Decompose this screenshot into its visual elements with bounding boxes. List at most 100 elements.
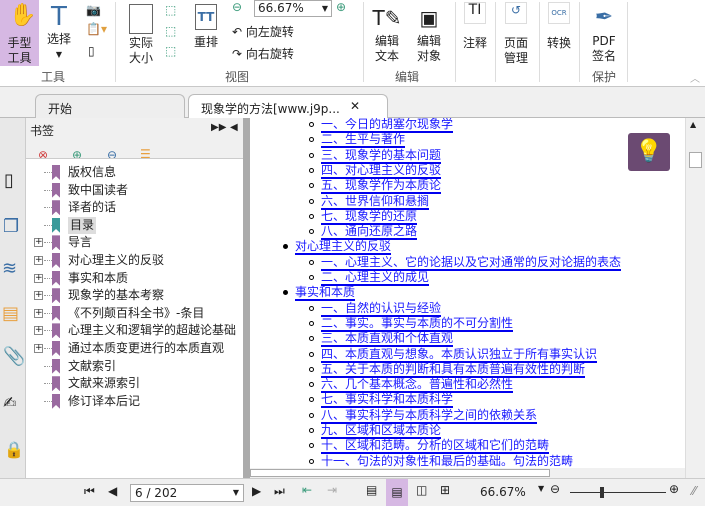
zoom-slider-thumb[interactable] [600,487,604,498]
tip-button[interactable]: 💡 [628,133,670,171]
pdf-sign-button[interactable]: ✒ PDF 签名 [585,2,623,64]
toc-link[interactable]: 十一、句法的对象性和最后的基础。句法的范畴 [321,453,574,468]
lock-icon[interactable]: 🔒 [4,440,24,459]
bookmark-icon [52,217,60,233]
toc-link[interactable]: 三、本质直观和个体直观 [321,331,454,348]
toc-link[interactable]: 七、事实科学和本质科学 [321,392,454,409]
horizontal-scrollbar[interactable] [250,468,685,478]
pages-icon[interactable]: ❐ [3,216,19,237]
zoom-level[interactable]: 66.67% [480,485,526,499]
toc-link[interactable]: 对心理主义的反驳 [295,239,392,256]
toc-link[interactable]: 一、今日的胡塞尔现象学 [321,118,454,133]
toc-link[interactable]: 八、通向还原之路 [321,224,418,241]
collapse-ribbon-icon[interactable]: ︿ [690,70,700,85]
bookmark-icon [52,305,60,321]
toc-link[interactable]: 四、本质直观与想象。本质认识独立于所有事实认识 [321,346,598,363]
tab-start[interactable]: 开始 [35,94,185,118]
toc-link[interactable]: 八、事实科学与本质科学之间的依赖关系 [321,407,538,424]
continuous-facing-icon[interactable]: ⊞ [440,483,450,497]
expand-icon[interactable]: + [34,291,43,301]
scroll-thumb[interactable] [689,152,702,168]
vertical-scrollbar[interactable]: ▲ [685,118,705,478]
first-page-icon[interactable]: ⏮ [84,484,95,499]
actual-size-button[interactable]: 实际 大小 [124,2,158,66]
page-manage-button[interactable]: ↺ 页面 管理 [497,2,535,66]
toc-link[interactable]: 一、自然的认识与经验 [321,300,442,317]
signature-icon[interactable]: ✍ [3,393,16,412]
toc-link[interactable]: 六、世界信仰和悬搁 [321,193,430,210]
edit-text-button[interactable]: T✎ 编辑 文本 [370,2,404,64]
toc-link[interactable]: 六、几个基本概念。普遍性和必然性 [321,377,514,394]
zoom-select[interactable]: 66.67% ▼ [254,0,332,17]
group-label-view: 视图 [225,70,250,84]
prev-page-icon[interactable]: ◀ [108,484,117,498]
edit-object-button[interactable]: ▣ 编辑 对象 [412,2,446,64]
zoom-dropdown-icon[interactable]: ▼ [538,484,544,493]
toc-link[interactable]: 二、生平与著作 [321,132,406,149]
page-icon[interactable]: ▯ [88,44,95,58]
facing-page-icon[interactable]: ◫ [416,483,427,497]
zoom-slider[interactable] [570,492,666,493]
scroll-up-icon[interactable]: ▲ [690,120,696,129]
toc-link[interactable]: 三、现象学的基本问题 [321,147,442,164]
convert-button[interactable]: OCR 转换 [542,2,576,51]
comments-icon[interactable]: ▤ [2,303,19,324]
bookmark-icon [52,376,60,392]
expand-icon[interactable]: + [34,238,43,248]
toc-link[interactable]: 七、现象学的还原 [321,208,418,225]
toc-link[interactable]: 十、区域和范畴。分析的区域和它们的范畴 [321,438,550,455]
collapse-panel-icon[interactable]: ◀ [230,122,238,133]
clipboard-icon[interactable]: 📋▾ [86,22,107,36]
zoom-in-icon[interactable]: ⊕ [669,482,679,496]
select-button[interactable]: T 选择 ▼ [44,2,74,62]
snapshot-icon[interactable]: 📷 [86,3,101,17]
bullet-icon [283,290,288,296]
expand-icon[interactable]: + [34,256,43,265]
bookmark-label: 修订译本后记 [68,393,141,408]
reflow-button[interactable]: TT 重排 [192,4,220,50]
rotate-left-button[interactable]: ↶ 向左旋转 [232,23,294,40]
toc-link[interactable]: 二、事实。事实与本质的不可分割性 [321,315,514,332]
toc-entry: 七、事实科学和本质科学 [309,392,454,409]
previous-view-icon[interactable]: ⇤ [302,483,312,497]
next-view-icon[interactable]: ⇥ [327,483,337,497]
toc-link[interactable]: 一、心理主义、它的论据以及它对通常的反对论据的表态 [321,254,622,271]
fit-width-icon[interactable]: ⬚ [165,24,176,38]
toc-link[interactable]: 二、心理主义的成见 [321,270,430,286]
zoom-out-icon[interactable]: ⊖ [232,0,242,14]
last-page-icon[interactable]: ⏭ [274,484,285,499]
attachment-icon[interactable]: 📎 [3,346,25,367]
rotate-right-button[interactable]: ↷ 向右旋转 [232,45,294,62]
fit-visible-icon[interactable]: ⬚ [165,44,176,58]
layers-icon[interactable]: ≋ [2,258,17,279]
hscroll-thumb[interactable] [250,469,550,477]
toc-link[interactable]: 九、区域和区域本质论 [321,423,442,439]
continuous-page-icon[interactable]: ▤ [386,479,408,506]
comment-button[interactable]: TI 注释 [460,2,490,51]
zoom-out-icon[interactable]: ⊖ [550,482,560,496]
toc-entry: 八、通向还原之路 [309,224,418,241]
tree-line [44,365,52,367]
next-page-icon[interactable]: ▶ [252,484,261,498]
expand-panel-icon[interactable]: ▶▶ [211,122,226,133]
expand-icon[interactable]: + [34,326,43,336]
expand-icon[interactable]: + [34,344,43,353]
fit-page-icon[interactable]: ⬚ [165,3,176,17]
toc-link[interactable]: 五、关于本质的判断和具有本质普遍有效性的判断 [321,361,586,378]
page-icon [129,4,153,34]
close-tab-icon[interactable]: ✕ [350,99,360,113]
zoom-in-icon[interactable]: ⊕ [336,0,346,14]
page-number-input[interactable]: 6 / 202 ▼ [130,484,244,502]
expand-icon[interactable]: + [34,308,43,318]
hand-tool-button[interactable]: ✋ 手型 工具 [0,0,39,66]
tree-line [44,330,52,332]
toc-link[interactable]: 事实和本质 [295,285,356,302]
toc-link[interactable]: 四、对心理主义的反驳 [321,162,442,179]
toc-entry: 二、生平与著作 [309,132,406,149]
bookmark-panel-icon[interactable]: ▯ [4,170,14,191]
single-page-icon[interactable]: ▤ [366,483,377,497]
expand-icon[interactable]: + [34,273,43,283]
toc-link[interactable]: 五、现象学作为本质论 [321,178,442,195]
bookmark-icon [52,182,60,198]
panel-splitter[interactable] [243,118,250,478]
